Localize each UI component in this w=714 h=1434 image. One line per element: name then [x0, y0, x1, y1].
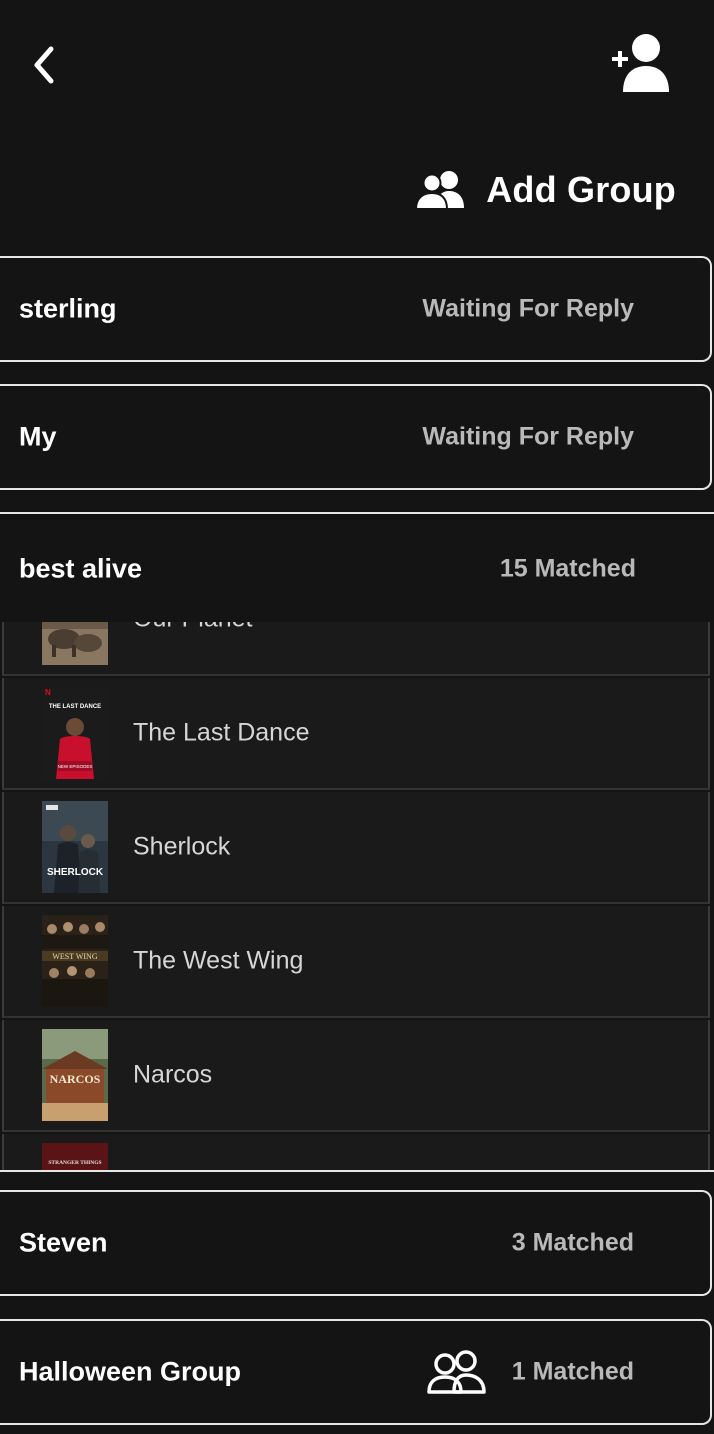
top-bar — [0, 0, 714, 140]
group-status: 1 Matched — [511, 1357, 634, 1386]
group-card-best-alive-expanded: best alive 15 Matched Our Planet — [0, 512, 714, 1172]
group-outline-icon — [427, 1350, 486, 1394]
group-status: 3 Matched — [511, 1228, 634, 1257]
poster-text: WEST WING — [52, 952, 97, 961]
list-item[interactable]: WEST WING The West Wing — [2, 906, 710, 1018]
chevron-left-icon — [34, 46, 54, 84]
add-group-button[interactable]: Add Group — [414, 160, 676, 220]
group-card-halloween-group[interactable]: Halloween Group 1 Matched — [0, 1319, 712, 1425]
back-button[interactable] — [22, 40, 66, 90]
list-item[interactable]: SHERLOCK Sherlock — [2, 792, 710, 904]
group-status: Waiting For Reply — [422, 294, 634, 323]
show-poster: WEST WING — [42, 915, 108, 1007]
group-name: sterling — [19, 293, 117, 324]
list-item[interactable]: STRANGER THINGS — [2, 1134, 710, 1170]
show-poster: N THE LAST DANCE NEW EPISODES — [42, 687, 108, 779]
group-name: My — [19, 421, 57, 452]
group-status: Waiting For Reply — [422, 422, 634, 451]
poster-text: SHERLOCK — [47, 867, 104, 878]
svg-text:NEW EPISODES: NEW EPISODES — [58, 764, 93, 769]
poster-text: STRANGER THINGS — [48, 1160, 101, 1166]
list-item[interactable]: Our Planet — [2, 622, 710, 676]
show-poster: NARCOS — [42, 1029, 108, 1121]
group-card-my[interactable]: My Waiting For Reply — [0, 384, 712, 490]
show-title: Sherlock — [133, 832, 231, 861]
add-group-label: Add Group — [486, 169, 676, 210]
svg-text:N: N — [45, 688, 51, 697]
group-name: best alive — [19, 553, 143, 584]
group-header-best-alive[interactable]: best alive 15 Matched — [0, 514, 714, 622]
show-title: The West Wing — [133, 946, 304, 975]
add-user-icon — [612, 34, 669, 92]
group-status: 15 Matched — [499, 554, 636, 583]
poster-text: NARCOS — [50, 1072, 101, 1086]
show-poster: SHERLOCK — [42, 801, 108, 893]
matched-shows-list[interactable]: Our Planet N THE LAST DANCE NEW EPISODES… — [0, 622, 714, 1170]
show-title: Narcos — [133, 1060, 213, 1089]
group-name: Steven — [19, 1227, 108, 1258]
show-poster: STRANGER THINGS — [42, 1143, 108, 1170]
group-name: Halloween Group — [19, 1356, 242, 1387]
list-item[interactable]: N THE LAST DANCE NEW EPISODES The Last D… — [2, 678, 710, 790]
group-card-steven[interactable]: Steven 3 Matched — [0, 1190, 712, 1296]
show-title: The Last Dance — [133, 718, 310, 747]
show-title: Our Planet — [133, 622, 253, 634]
poster-text: THE LAST DANCE — [49, 704, 101, 710]
list-item[interactable]: NARCOS Narcos — [2, 1020, 710, 1132]
show-poster — [42, 622, 108, 665]
add-friend-button[interactable] — [606, 28, 682, 98]
group-card-sterling[interactable]: sterling Waiting For Reply — [0, 256, 712, 362]
group-icon — [415, 171, 465, 210]
